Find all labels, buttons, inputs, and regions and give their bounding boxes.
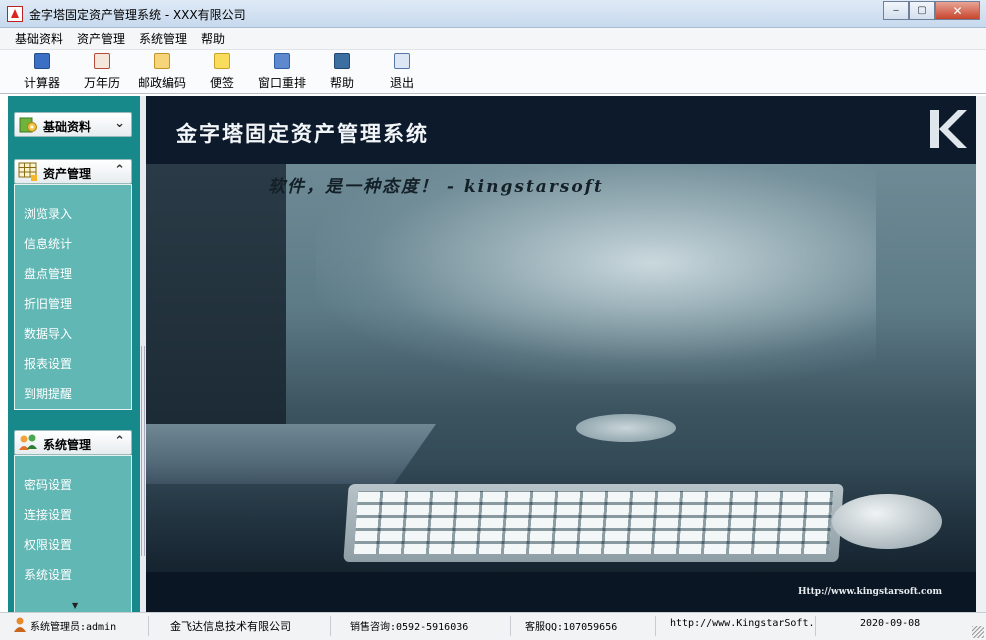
section-header-asset-management[interactable]: 资产管理 ⌃ [14,159,132,184]
nav-item-data-import[interactable]: 数据导入 [24,325,72,342]
postcode-label: 邮政编码 [137,76,186,90]
users-icon [19,434,37,450]
status-website[interactable]: http://www.KingstarSoft. [670,618,815,629]
nav-item-expiry-reminder[interactable]: 到期提醒 [24,385,72,402]
desk-photo: 软件，是一种态度！ - kingstarsoft [146,164,976,572]
menu-basic-data[interactable]: 基础资料 [8,30,70,47]
keyboard [343,484,844,562]
section-title-basic-data: 基础资料 [43,120,92,134]
note-icon [214,53,230,69]
help-button[interactable]: 帮助 [312,53,372,91]
calendar-button[interactable]: 万年历 [72,53,132,91]
calculator-label: 计算器 [23,76,60,90]
status-separator [510,616,511,636]
cup [576,414,676,442]
calculator-icon [34,53,50,69]
nav-item-permission-settings[interactable]: 权限设置 [24,536,72,553]
laptop-screen [146,164,286,464]
status-support: 客服QQ:107059656 [525,622,618,633]
status-bar: 系统管理员:admin 金飞达信息技术有限公司 销售咨询:0592-591603… [0,612,986,640]
asset-management-panel: 浏览录入 信息统计 盘点管理 折旧管理 数据导入 报表设置 到期提醒 [14,184,132,410]
window-controls: ‒ ▢ ✕ [883,1,980,20]
window-title: 金字塔固定资产管理系统 - XXX有限公司 [29,8,246,22]
status-date: 2020-09-08 [860,618,921,629]
website-url: Http://www.kingstarsoft.com [797,587,942,597]
status-sales: 销售咨询:0592-5916036 [350,622,469,633]
chevron-down-icon: ⌄ [114,116,125,131]
status-separator [815,616,816,636]
section-header-system-management[interactable]: 系统管理 ⌃ [14,430,132,455]
nav-item-password-settings[interactable]: 密码设置 [24,476,72,493]
section-title-asset-management: 资产管理 [43,167,92,181]
status-company: 金飞达信息技术有限公司 [170,620,291,633]
table-grid-icon [18,162,37,181]
scroll-down-icon[interactable]: ▼ [72,601,78,610]
exit-label: 退出 [389,76,414,90]
section-title-system-management: 系统管理 [43,438,92,452]
window-arrange-label: 窗口重排 [257,76,306,90]
resize-grip[interactable] [972,626,984,638]
exit-icon [394,53,410,69]
help-book-icon [334,53,350,69]
menu-system-management[interactable]: 系统管理 [132,30,194,47]
help-label: 帮助 [329,76,354,90]
keyboard-keys [353,491,834,554]
app-logo-icon[interactable] [7,6,23,22]
nav-item-connection-settings[interactable]: 连接设置 [24,506,72,523]
maximize-button[interactable]: ▢ [909,1,935,20]
status-separator [655,616,656,636]
note-button[interactable]: 便签 [192,53,252,91]
postcode-button[interactable]: 邮政编码 [132,53,192,91]
welcome-panel: 金字塔固定资产管理系统 软件，是一种态度！ - kingstarsoft Htt… [146,96,976,612]
window-arrange-icon [274,53,290,69]
system-title: 金字塔固定资产管理系统 [176,121,429,146]
note-label: 便签 [209,76,234,90]
nav-item-statistics[interactable]: 信息统计 [24,235,72,252]
slogan-text: 软件，是一种态度！ - kingstarsoft [268,177,604,197]
kingstar-logo [930,110,967,148]
nav-item-system-settings[interactable]: 系统设置 [24,566,72,583]
welcome-banner: 金字塔固定资产管理系统 [146,96,976,164]
system-management-panel: 密码设置 连接设置 权限设置 系统设置 [14,455,132,612]
minimize-button[interactable]: ‒ [883,1,909,20]
user-icon [14,617,26,632]
calendar-icon [94,53,110,69]
nav-item-inventory[interactable]: 盘点管理 [24,265,72,282]
window-light [316,164,876,384]
menu-help[interactable]: 帮助 [194,30,232,47]
postcode-icon [154,53,170,69]
chevron-up-icon: ⌃ [114,163,125,178]
right-edge [976,96,986,612]
status-user: 系统管理员:admin [30,622,117,633]
nav-item-report-settings[interactable]: 报表设置 [24,355,72,372]
nav-item-browse-entry[interactable]: 浏览录入 [24,205,72,222]
welcome-footer: Http://www.kingstarsoft.com [146,572,976,612]
calculator-button[interactable]: 计算器 [12,53,72,91]
settings-icon [19,117,37,133]
window-arrange-button[interactable]: 窗口重排 [252,53,312,91]
title-bar: 金字塔固定资产管理系统 - XXX有限公司 ‒ ▢ ✕ [0,0,986,28]
status-separator [330,616,331,636]
splitter-grip[interactable] [141,346,145,556]
mouse [832,494,942,549]
exit-button[interactable]: 退出 [372,53,432,91]
menu-asset-management[interactable]: 资产管理 [70,30,132,47]
calendar-label: 万年历 [83,76,120,90]
menu-bar: 基础资料 资产管理 系统管理 帮助 [0,28,986,50]
status-separator [148,616,149,636]
sidebar: 基础资料 ⌄ 资产管理 ⌃ 浏览录入 信息统计 盘点管理 折旧管理 数据导入 报… [8,96,140,612]
nav-item-depreciation[interactable]: 折旧管理 [24,295,72,312]
close-button[interactable]: ✕ [935,1,980,20]
chevron-up-icon: ⌃ [114,434,125,449]
toolbar: 计算器 万年历 邮政编码 便签 窗口重排 帮助 退出 [0,50,986,94]
section-header-basic-data[interactable]: 基础资料 ⌄ [14,112,132,137]
